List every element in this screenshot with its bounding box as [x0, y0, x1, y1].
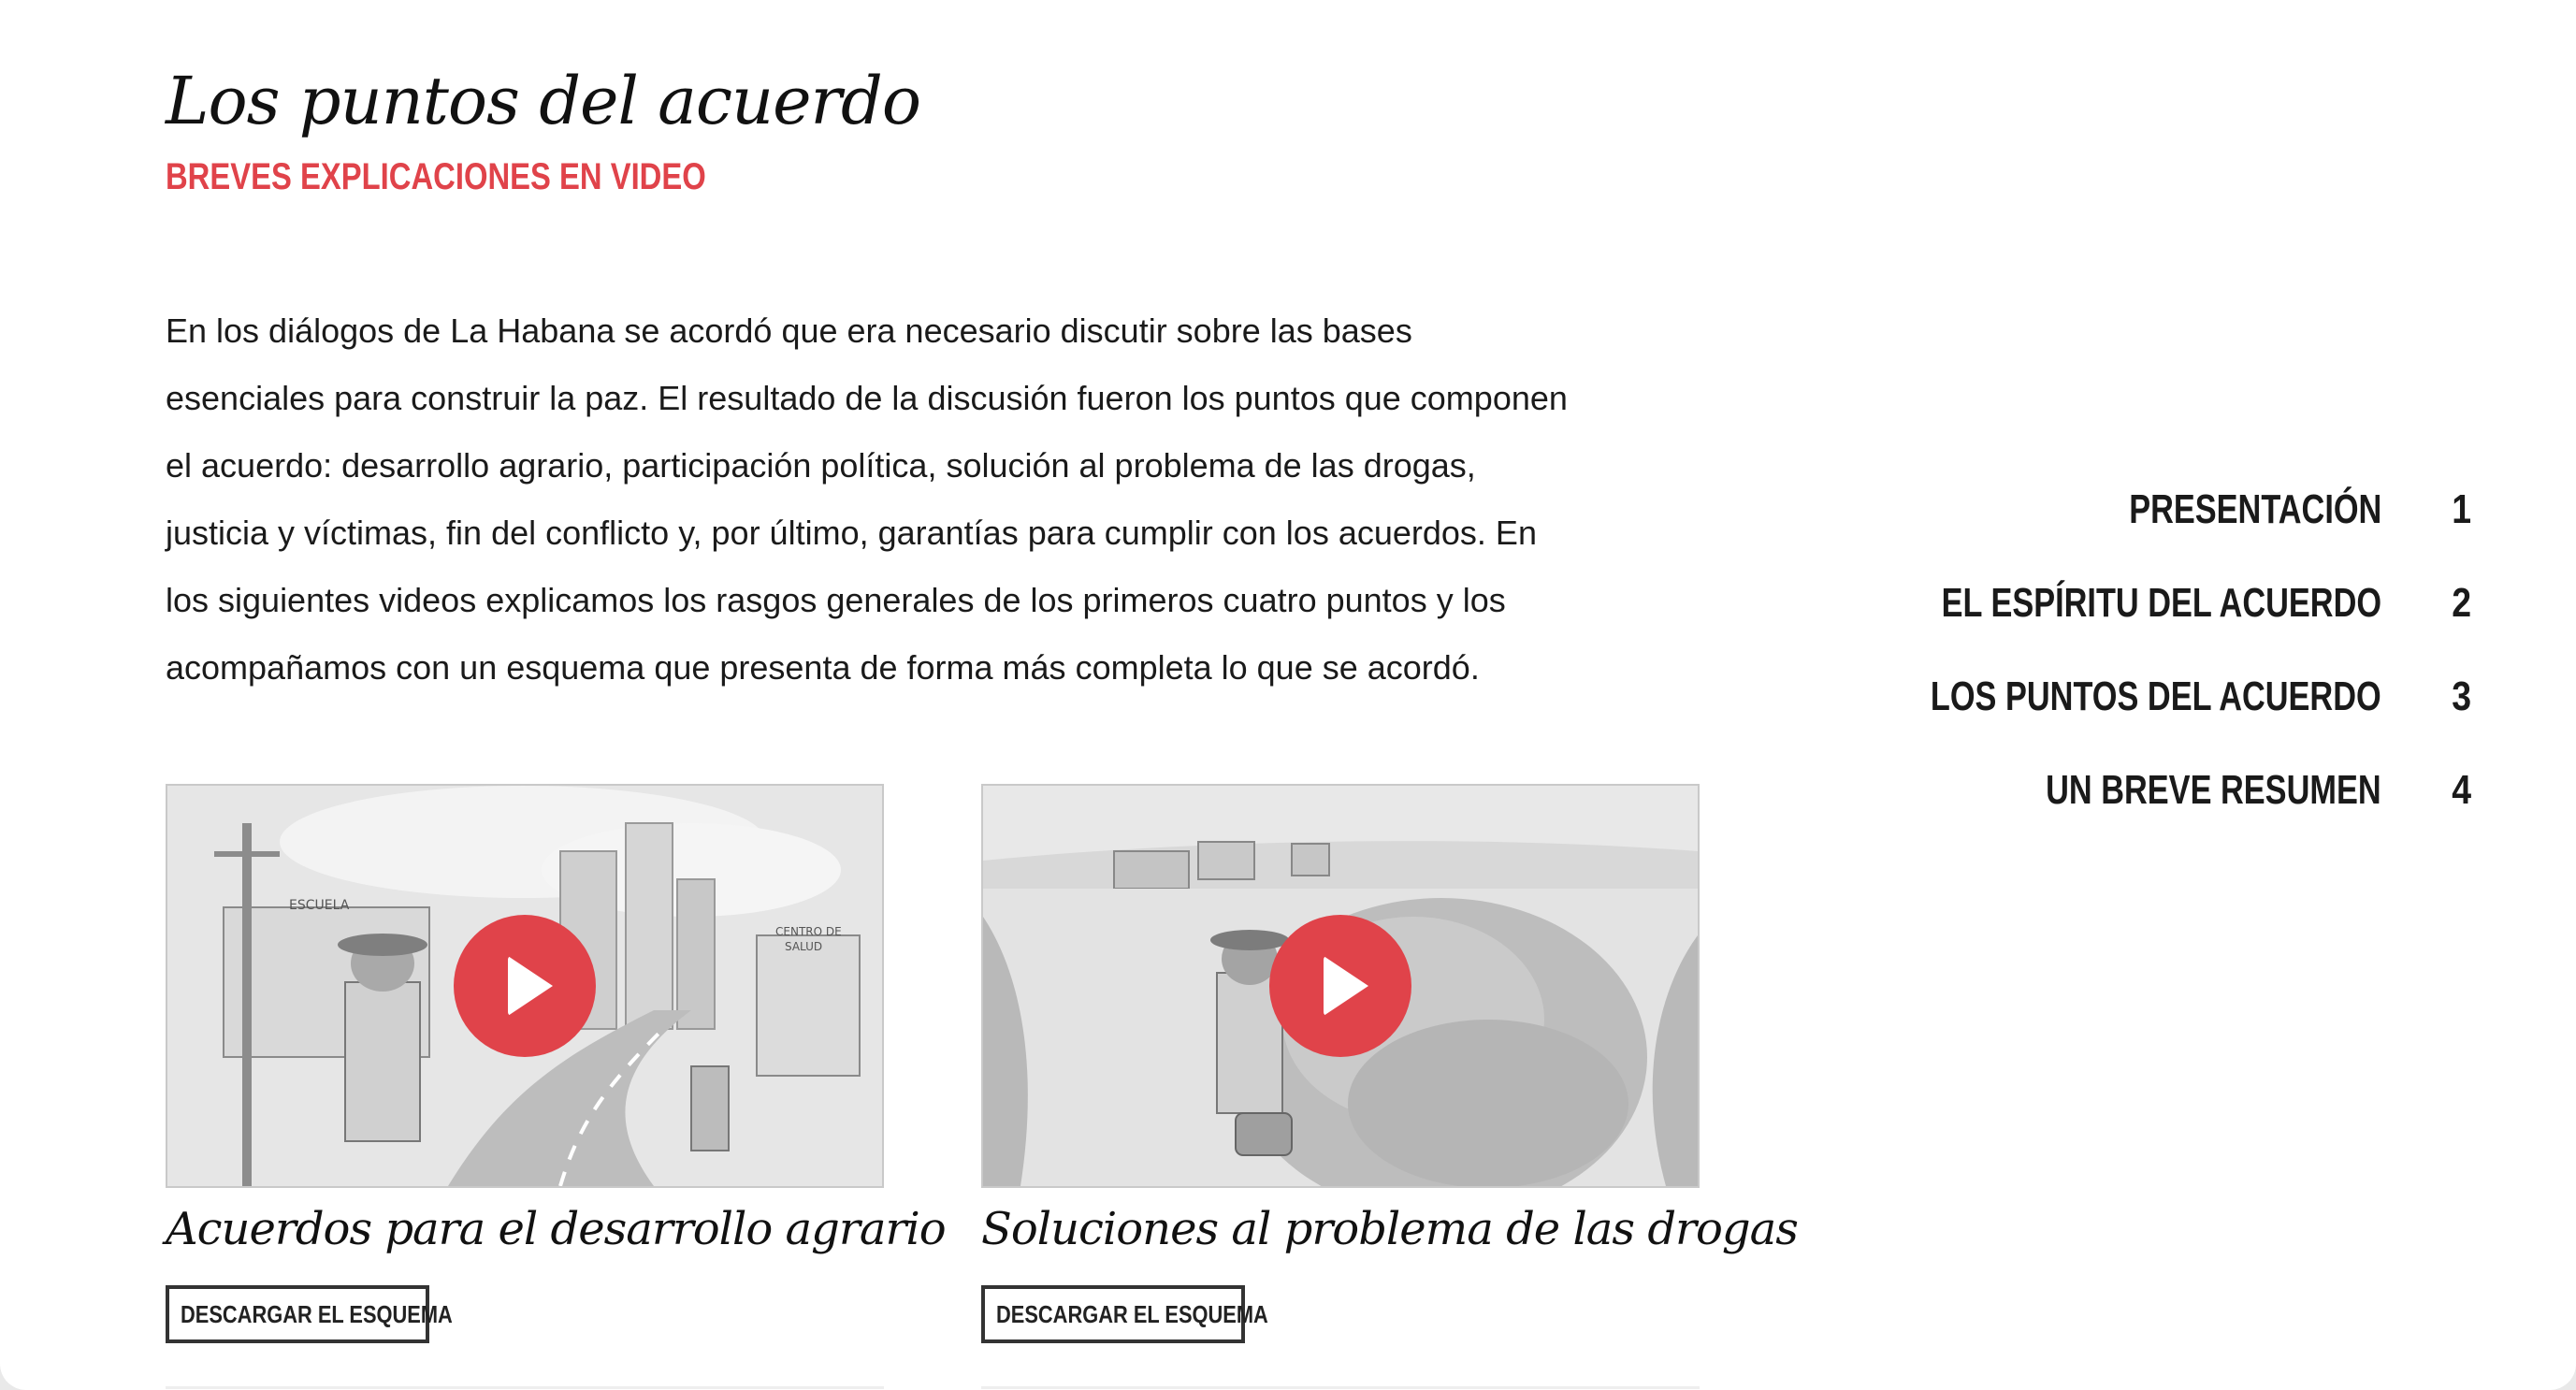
toc-item-puntos[interactable]: LOS PUNTOS DEL ACUERDO 3 [1723, 650, 2471, 744]
video-thumbnail[interactable]: ESCUELA CENTRO DE SALUD [166, 784, 884, 1188]
toc-item-resumen[interactable]: UN BREVE RESUMEN 4 [1723, 744, 2471, 837]
toc-item-label: PRESENTACIÓN [2128, 486, 2381, 532]
page: Los puntos del acuerdo BREVES EXPLICACIO… [0, 0, 2576, 1390]
download-scheme-button[interactable]: DESCARGAR EL ESQUEMA [981, 1285, 1268, 1343]
play-button[interactable] [1269, 915, 1411, 1057]
illustration-label-salud: SALUD [785, 940, 822, 953]
video-title: Acuerdos para el desarrollo agrario [166, 1203, 947, 1255]
intro-paragraph: En los diálogos de La Habana se acordó q… [166, 297, 1718, 702]
intro-line: acompañamos con un esquema que presenta … [166, 648, 1480, 687]
video-card-agrarian: ESCUELA CENTRO DE SALUD Acuerdos para el… [166, 784, 947, 1389]
intro-line: los siguientes videos explicamos los ras… [166, 581, 1506, 619]
toc-item-label: EL ESPÍRITU DEL ACUERDO [1941, 580, 2381, 626]
toc-item-presentacion[interactable]: PRESENTACIÓN 1 [1723, 463, 2471, 557]
toc-item-espiritu[interactable]: EL ESPÍRITU DEL ACUERDO 2 [1723, 557, 2471, 650]
section-header: Los puntos del acuerdo BREVES EXPLICACIO… [166, 56, 1718, 202]
illustration-label-centro: CENTRO DE [775, 925, 842, 938]
video-cards: ESCUELA CENTRO DE SALUD Acuerdos para el… [166, 784, 1799, 1390]
card-divider [166, 1386, 884, 1389]
video-thumbnail[interactable] [981, 784, 1700, 1188]
intro-line: justicia y víctimas, fin del conflicto y… [166, 514, 1537, 552]
toc-item-number: 2 [2452, 580, 2471, 626]
download-scheme-label: DESCARGAR EL ESQUEMA [996, 1300, 1268, 1328]
download-scheme-label: DESCARGAR EL ESQUEMA [181, 1300, 453, 1328]
intro-line: esenciales para construir la paz. El res… [166, 379, 1568, 417]
intro-line: el acuerdo: desarrollo agrario, particip… [166, 446, 1476, 485]
card-divider [981, 1386, 1700, 1389]
illustration-label-escuela: ESCUELA [289, 898, 350, 913]
toc-item-number: 4 [2452, 767, 2471, 813]
section-subtitle: BREVES EXPLICACIONES EN VIDEO [166, 156, 706, 197]
toc-item-number: 1 [2452, 486, 2471, 532]
table-of-contents: PRESENTACIÓN 1 EL ESPÍRITU DEL ACUERDO 2… [1723, 463, 2471, 837]
intro-line: En los diálogos de La Habana se acordó q… [166, 311, 1412, 350]
toc-item-label: LOS PUNTOS DEL ACUERDO [1931, 673, 2381, 719]
video-card-drugs: Soluciones al problema de las drogas DES… [981, 784, 1799, 1389]
video-title: Soluciones al problema de las drogas [981, 1203, 1799, 1255]
download-scheme-button[interactable]: DESCARGAR EL ESQUEMA [166, 1285, 453, 1343]
play-button[interactable] [454, 915, 596, 1057]
toc-item-label: UN BREVE RESUMEN [2046, 767, 2381, 813]
toc-item-number: 3 [2452, 673, 2471, 719]
section-title: Los puntos del acuerdo [166, 63, 921, 139]
